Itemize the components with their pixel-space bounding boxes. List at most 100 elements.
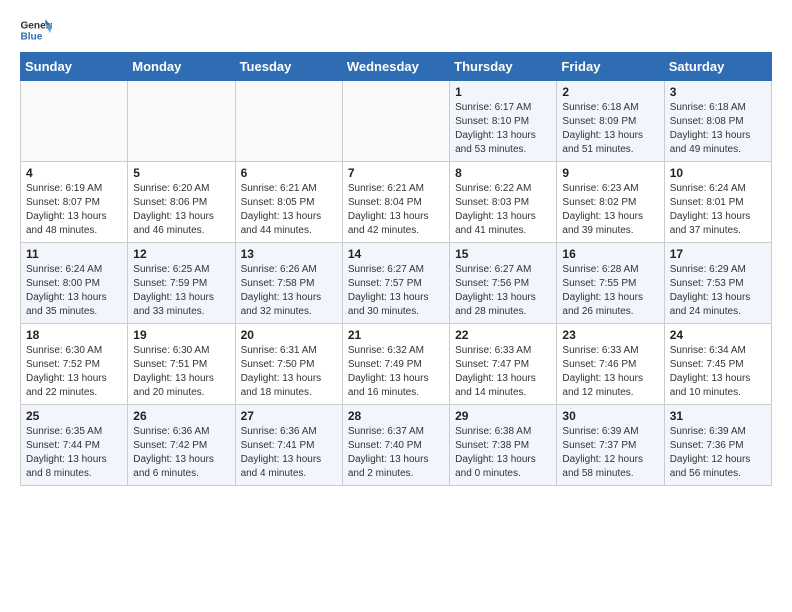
- calendar-cell: 18 Sunrise: 6:30 AM Sunset: 7:52 PM Dayli…: [21, 324, 128, 405]
- day-detail: Sunrise: 6:30 AM Sunset: 7:51 PM Dayligh…: [133, 344, 229, 400]
- calendar-cell: 3 Sunrise: 6:18 AM Sunset: 8:08 PM Daylig…: [664, 81, 771, 162]
- day-number: 1: [455, 85, 551, 99]
- weekday-header-saturday: Saturday: [664, 53, 771, 81]
- calendar-cell: 12 Sunrise: 6:25 AM Sunset: 7:59 PM Dayli…: [128, 243, 235, 324]
- day-number: 8: [455, 166, 551, 180]
- day-detail: Sunrise: 6:18 AM Sunset: 8:09 PM Dayligh…: [562, 101, 658, 157]
- day-number: 20: [241, 328, 337, 342]
- day-number: 30: [562, 409, 658, 423]
- logo: General Blue: [20, 16, 56, 44]
- logo-icon: General Blue: [20, 16, 52, 44]
- day-detail: Sunrise: 6:34 AM Sunset: 7:45 PM Dayligh…: [670, 344, 766, 400]
- day-number: 31: [670, 409, 766, 423]
- calendar-week-row: 1 Sunrise: 6:17 AM Sunset: 8:10 PM Daylig…: [21, 81, 772, 162]
- day-detail: Sunrise: 6:30 AM Sunset: 7:52 PM Dayligh…: [26, 344, 122, 400]
- calendar-cell: 10 Sunrise: 6:24 AM Sunset: 8:01 PM Dayli…: [664, 162, 771, 243]
- day-number: 13: [241, 247, 337, 261]
- day-number: 22: [455, 328, 551, 342]
- header: General Blue: [20, 16, 772, 44]
- day-detail: Sunrise: 6:36 AM Sunset: 7:41 PM Dayligh…: [241, 425, 337, 481]
- calendar-cell: 23 Sunrise: 6:33 AM Sunset: 7:46 PM Dayli…: [557, 324, 664, 405]
- calendar-week-row: 4 Sunrise: 6:19 AM Sunset: 8:07 PM Daylig…: [21, 162, 772, 243]
- day-detail: Sunrise: 6:19 AM Sunset: 8:07 PM Dayligh…: [26, 182, 122, 238]
- calendar-cell: 5 Sunrise: 6:20 AM Sunset: 8:06 PM Daylig…: [128, 162, 235, 243]
- day-detail: Sunrise: 6:39 AM Sunset: 7:37 PM Dayligh…: [562, 425, 658, 481]
- day-detail: Sunrise: 6:27 AM Sunset: 7:57 PM Dayligh…: [348, 263, 444, 319]
- day-detail: Sunrise: 6:39 AM Sunset: 7:36 PM Dayligh…: [670, 425, 766, 481]
- calendar-cell: [128, 81, 235, 162]
- calendar-cell: 16Sunrise: 6:28 AM Sunset: 7:55 PM Dayli…: [557, 243, 664, 324]
- day-detail: Sunrise: 6:29 AM Sunset: 7:53 PM Dayligh…: [670, 263, 766, 319]
- calendar-cell: 24 Sunrise: 6:34 AM Sunset: 7:45 PM Dayli…: [664, 324, 771, 405]
- calendar-cell: 29 Sunrise: 6:38 AM Sunset: 7:38 PM Dayli…: [450, 405, 557, 486]
- weekday-header-row: SundayMondayTuesdayWednesdayThursdayFrid…: [21, 53, 772, 81]
- calendar-cell: 27 Sunrise: 6:36 AM Sunset: 7:41 PM Dayli…: [235, 405, 342, 486]
- day-number: 25: [26, 409, 122, 423]
- day-number: 7: [348, 166, 444, 180]
- day-number: 23: [562, 328, 658, 342]
- weekday-header-friday: Friday: [557, 53, 664, 81]
- day-number: 18: [26, 328, 122, 342]
- calendar-cell: 19Sunrise: 6:30 AM Sunset: 7:51 PM Dayli…: [128, 324, 235, 405]
- day-number: 9: [562, 166, 658, 180]
- day-number: 3: [670, 85, 766, 99]
- calendar-cell: 25 Sunrise: 6:35 AM Sunset: 7:44 PM Dayli…: [21, 405, 128, 486]
- day-detail: Sunrise: 6:35 AM Sunset: 7:44 PM Dayligh…: [26, 425, 122, 481]
- day-detail: Sunrise: 6:21 AM Sunset: 8:04 PM Dayligh…: [348, 182, 444, 238]
- calendar-week-row: 18 Sunrise: 6:30 AM Sunset: 7:52 PM Dayli…: [21, 324, 772, 405]
- day-number: 10: [670, 166, 766, 180]
- calendar-cell: 7 Sunrise: 6:21 AM Sunset: 8:04 PM Daylig…: [342, 162, 449, 243]
- day-number: 29: [455, 409, 551, 423]
- calendar-cell: 20 Sunrise: 6:31 AM Sunset: 7:50 PM Dayli…: [235, 324, 342, 405]
- calendar-cell: 9 Sunrise: 6:23 AM Sunset: 8:02 PM Daylig…: [557, 162, 664, 243]
- day-detail: Sunrise: 6:38 AM Sunset: 7:38 PM Dayligh…: [455, 425, 551, 481]
- calendar-cell: 17 Sunrise: 6:29 AM Sunset: 7:53 PM Dayli…: [664, 243, 771, 324]
- calendar-cell: 15 Sunrise: 6:27 AM Sunset: 7:56 PM Dayli…: [450, 243, 557, 324]
- calendar-week-row: 25 Sunrise: 6:35 AM Sunset: 7:44 PM Dayli…: [21, 405, 772, 486]
- day-detail: Sunrise: 6:33 AM Sunset: 7:47 PM Dayligh…: [455, 344, 551, 400]
- calendar-table: SundayMondayTuesdayWednesdayThursdayFrid…: [20, 52, 772, 486]
- day-number: 14: [348, 247, 444, 261]
- calendar-cell: 4 Sunrise: 6:19 AM Sunset: 8:07 PM Daylig…: [21, 162, 128, 243]
- calendar-cell: 13 Sunrise: 6:26 AM Sunset: 7:58 PM Dayli…: [235, 243, 342, 324]
- weekday-header-wednesday: Wednesday: [342, 53, 449, 81]
- day-detail: Sunrise: 6:24 AM Sunset: 8:01 PM Dayligh…: [670, 182, 766, 238]
- calendar-cell: 22 Sunrise: 6:33 AM Sunset: 7:47 PM Dayli…: [450, 324, 557, 405]
- day-detail: Sunrise: 6:22 AM Sunset: 8:03 PM Dayligh…: [455, 182, 551, 238]
- day-detail: Sunrise: 6:32 AM Sunset: 7:49 PM Dayligh…: [348, 344, 444, 400]
- calendar-cell: 28 Sunrise: 6:37 AM Sunset: 7:40 PM Dayli…: [342, 405, 449, 486]
- day-detail: Sunrise: 6:18 AM Sunset: 8:08 PM Dayligh…: [670, 101, 766, 157]
- weekday-header-thursday: Thursday: [450, 53, 557, 81]
- day-detail: Sunrise: 6:25 AM Sunset: 7:59 PM Dayligh…: [133, 263, 229, 319]
- calendar-cell: 1 Sunrise: 6:17 AM Sunset: 8:10 PM Daylig…: [450, 81, 557, 162]
- calendar-cell: 26Sunrise: 6:36 AM Sunset: 7:42 PM Dayli…: [128, 405, 235, 486]
- day-detail: Sunrise: 6:26 AM Sunset: 7:58 PM Dayligh…: [241, 263, 337, 319]
- day-detail: Sunrise: 6:31 AM Sunset: 7:50 PM Dayligh…: [241, 344, 337, 400]
- day-detail: Sunrise: 6:37 AM Sunset: 7:40 PM Dayligh…: [348, 425, 444, 481]
- calendar-cell: [342, 81, 449, 162]
- day-detail: Sunrise: 6:33 AM Sunset: 7:46 PM Dayligh…: [562, 344, 658, 400]
- calendar-cell: [235, 81, 342, 162]
- calendar-cell: 21 Sunrise: 6:32 AM Sunset: 7:49 PM Dayli…: [342, 324, 449, 405]
- day-number: 24: [670, 328, 766, 342]
- day-detail: Sunrise: 6:20 AM Sunset: 8:06 PM Dayligh…: [133, 182, 229, 238]
- day-detail: Sunrise: 6:23 AM Sunset: 8:02 PM Dayligh…: [562, 182, 658, 238]
- day-number: 17: [670, 247, 766, 261]
- day-number: 15: [455, 247, 551, 261]
- day-number: 5: [133, 166, 229, 180]
- day-detail: Sunrise: 6:17 AM Sunset: 8:10 PM Dayligh…: [455, 101, 551, 157]
- weekday-header-tuesday: Tuesday: [235, 53, 342, 81]
- day-number: 12: [133, 247, 229, 261]
- day-number: 2: [562, 85, 658, 99]
- day-number: 6: [241, 166, 337, 180]
- day-detail: Sunrise: 6:21 AM Sunset: 8:05 PM Dayligh…: [241, 182, 337, 238]
- day-number: 26: [133, 409, 229, 423]
- day-number: 27: [241, 409, 337, 423]
- day-detail: Sunrise: 6:24 AM Sunset: 8:00 PM Dayligh…: [26, 263, 122, 319]
- day-number: 28: [348, 409, 444, 423]
- calendar-cell: 31 Sunrise: 6:39 AM Sunset: 7:36 PM Dayli…: [664, 405, 771, 486]
- weekday-header-sunday: Sunday: [21, 53, 128, 81]
- day-number: 4: [26, 166, 122, 180]
- day-number: 21: [348, 328, 444, 342]
- day-detail: Sunrise: 6:27 AM Sunset: 7:56 PM Dayligh…: [455, 263, 551, 319]
